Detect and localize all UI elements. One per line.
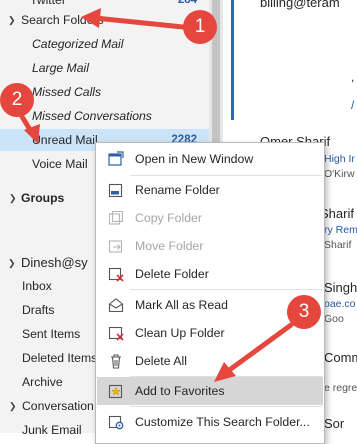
folder-label: Missed Calls <box>32 85 102 99</box>
message-preview: e regret <box>324 382 357 394</box>
folder-context-menu: Open in New Window Rename Folder Copy Fo… <box>95 142 325 444</box>
selected-message-accent <box>231 0 234 120</box>
folder-label: Junk Email <box>22 423 82 437</box>
folder-search-folders[interactable]: ❯ Search Folders <box>0 9 209 31</box>
menu-item-label: Move Folder <box>135 239 204 253</box>
chevron-down-icon[interactable]: ❯ <box>8 252 16 274</box>
folder-label: Groups <box>21 191 65 205</box>
menu-item-clean-up-folder[interactable]: Clean Up Folder <box>97 319 323 347</box>
clean-up-icon <box>108 326 124 341</box>
message-subject: ry Remi <box>324 224 357 236</box>
folder-label: Sent Items <box>22 327 81 341</box>
chevron-right-icon[interactable]: ❯ <box>9 187 17 209</box>
delete-folder-icon <box>108 267 124 282</box>
message-preview: Goo <box>324 313 344 325</box>
menu-item-label: Copy Folder <box>135 211 202 225</box>
message-sender[interactable]: Commu <box>324 350 357 365</box>
menu-separator <box>130 289 322 290</box>
menu-item-label: Clean Up Folder <box>135 326 225 340</box>
folder-categorized-mail[interactable]: Categorized Mail <box>0 33 209 55</box>
menu-separator <box>130 406 322 407</box>
menu-item-add-to-favorites[interactable]: Add to Favorites <box>97 377 323 405</box>
folder-label: Archive <box>22 375 63 389</box>
menu-item-label: Delete All <box>135 354 187 368</box>
rename-folder-icon <box>108 183 123 198</box>
menu-item-label: Delete Folder <box>135 267 209 281</box>
menu-item-delete-all[interactable]: Delete All <box>97 347 323 375</box>
chevron-right-icon[interactable]: ❯ <box>9 395 17 417</box>
delete-all-icon <box>111 354 121 369</box>
menu-item-label: Rename Folder <box>135 183 220 197</box>
menu-item-move-folder[interactable]: Move Folder <box>97 232 323 260</box>
move-folder-icon <box>108 240 123 253</box>
message-sender[interactable]: Sharif <box>320 206 354 221</box>
menu-item-label: Customize This Search Folder... <box>135 415 310 429</box>
open-window-icon <box>108 151 124 166</box>
mark-read-icon <box>108 298 124 313</box>
annotation-badge-2: 2 <box>0 83 34 117</box>
account-name: Dinesh@sy <box>21 255 88 270</box>
folder-label: Deleted Items <box>22 351 98 365</box>
menu-item-label: Add to Favorites <box>135 384 225 398</box>
chevron-down-icon[interactable]: ❯ <box>8 9 16 31</box>
message-fragment: / <box>351 98 355 112</box>
menu-item-customize-search-folder[interactable]: Customize This Search Folder... <box>97 408 323 436</box>
annotation-badge-1: 1 <box>183 10 217 44</box>
message-preview: O'Kirw <box>324 168 355 180</box>
menu-item-label: Mark All as Read <box>135 298 228 312</box>
message-sender[interactable]: Singh <box>324 280 357 295</box>
menu-item-label: Open in New Window <box>135 152 254 166</box>
menu-item-copy-folder[interactable]: Copy Folder <box>97 204 323 232</box>
message-sender[interactable]: billing@teram <box>260 0 340 10</box>
annotation-badge-3: 3 <box>287 295 321 329</box>
folder-label: Conversation <box>22 399 94 413</box>
copy-folder-icon <box>108 210 124 225</box>
menu-item-open-in-new-window[interactable]: Open in New Window <box>97 145 323 173</box>
message-preview: Sharif <box>324 239 352 251</box>
folder-label: Voice Mail <box>32 157 88 171</box>
menu-item-rename-folder[interactable]: Rename Folder <box>97 176 323 204</box>
message-subject: High Ir <box>324 153 355 165</box>
customize-gear-icon <box>108 415 124 430</box>
folder-label: Unread Mail <box>32 133 98 147</box>
folder-label: Large Mail <box>32 61 89 75</box>
folder-label: Missed Conversations <box>32 109 152 123</box>
menu-item-delete-folder[interactable]: Delete Folder <box>97 260 323 288</box>
folder-label: Categorized Mail <box>32 37 124 51</box>
message-sender[interactable]: Sor <box>324 416 344 431</box>
folder-label: Drafts <box>22 303 55 317</box>
favorites-star-icon <box>108 384 123 399</box>
folder-label: Inbox <box>22 279 52 293</box>
message-fragment: , <box>351 70 355 84</box>
message-subject: oae.co <box>324 298 356 310</box>
folder-large-mail[interactable]: Large Mail <box>0 57 209 79</box>
folder-label: Search Folders <box>21 13 104 27</box>
